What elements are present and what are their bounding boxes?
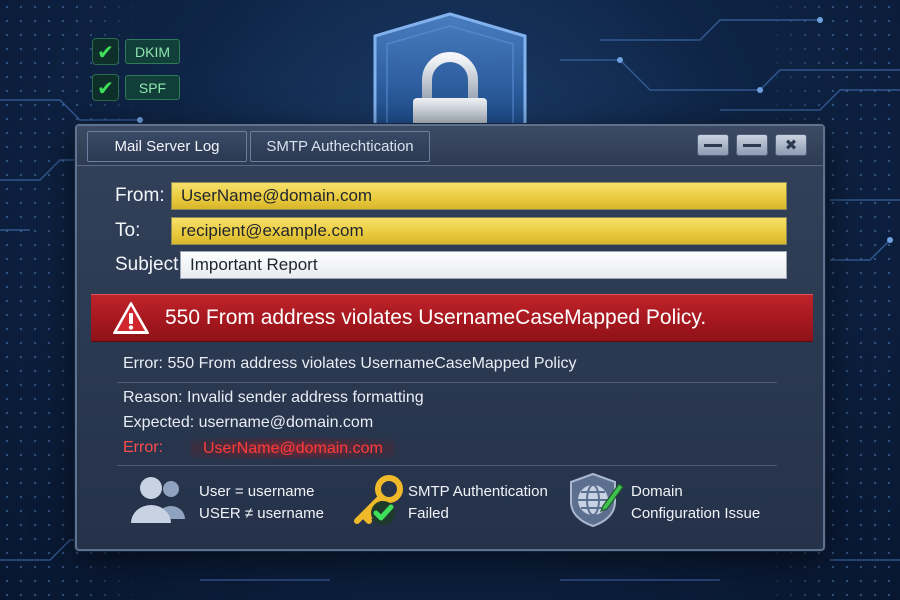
dkim-label: DKIM bbox=[125, 39, 180, 64]
check-icon: ✔ bbox=[92, 74, 119, 101]
minimize-icon bbox=[704, 143, 722, 147]
expected-line: Expected: username@domain.com bbox=[123, 414, 374, 431]
user-case-line2: USER ≠ username bbox=[199, 505, 324, 522]
close-button[interactable]: ✖ bbox=[775, 134, 807, 156]
error-label: Error: bbox=[123, 439, 163, 456]
details-divider bbox=[117, 382, 777, 383]
subject-field[interactable]: Important Report bbox=[180, 251, 787, 279]
error-detail-line: Error: 550 From address violates Usernam… bbox=[123, 355, 577, 372]
alert-message: 550 From address violates UsernameCaseMa… bbox=[165, 306, 707, 329]
to-label: To: bbox=[115, 220, 141, 241]
error-value-highlight: UserName@domain.com bbox=[191, 438, 395, 459]
dkim-badge: ✔ DKIM bbox=[92, 38, 180, 65]
reason-line: Reason: Invalid sender address formattin… bbox=[123, 389, 424, 406]
restore-button[interactable] bbox=[736, 134, 768, 156]
minimize-button[interactable] bbox=[697, 134, 729, 156]
globe-pencil-icon bbox=[570, 472, 624, 528]
spf-label: SPF bbox=[125, 75, 180, 100]
subject-label: Subject: bbox=[115, 254, 184, 275]
restore-icon bbox=[743, 143, 761, 147]
user-case-line1: User = username bbox=[199, 483, 315, 500]
warning-icon bbox=[113, 302, 149, 334]
spf-badge: ✔ SPF bbox=[92, 74, 180, 101]
tab-smtp-authentication[interactable]: SMTP Authechtication bbox=[250, 131, 430, 162]
close-icon: ✖ bbox=[784, 136, 798, 154]
smtp-auth-status: SMTP Authentication Failed bbox=[408, 481, 548, 525]
window-titlebar: Mail Server Log SMTP Authechtication ✖ bbox=[77, 126, 823, 166]
shield-lock-icon bbox=[373, 12, 527, 133]
smtp-auth-line1: SMTP Authentication bbox=[408, 483, 548, 500]
tab-mail-server-log[interactable]: Mail Server Log bbox=[87, 131, 247, 162]
key-check-icon bbox=[354, 475, 403, 525]
domain-config-line2: Configuration Issue bbox=[631, 505, 761, 522]
auth-badges: ✔ DKIM ✔ SPF bbox=[92, 38, 180, 101]
footer-divider bbox=[117, 465, 777, 466]
user-case-info: User = username USER ≠ username bbox=[199, 481, 324, 525]
from-label: From: bbox=[115, 185, 165, 206]
from-field[interactable]: UserName@domain.com bbox=[171, 182, 787, 210]
smtp-auth-line2: Failed bbox=[408, 505, 449, 522]
check-icon: ✔ bbox=[92, 38, 119, 65]
to-field[interactable]: recipient@example.com bbox=[171, 217, 787, 245]
mail-server-window: Mail Server Log SMTP Authechtication ✖ F… bbox=[75, 124, 825, 551]
error-alert-banner: 550 From address violates UsernameCaseMa… bbox=[91, 294, 813, 342]
users-icon bbox=[131, 477, 185, 523]
domain-config-line1: Domain bbox=[631, 483, 683, 500]
domain-config-issue: Domain Configuration Issue bbox=[631, 481, 760, 525]
